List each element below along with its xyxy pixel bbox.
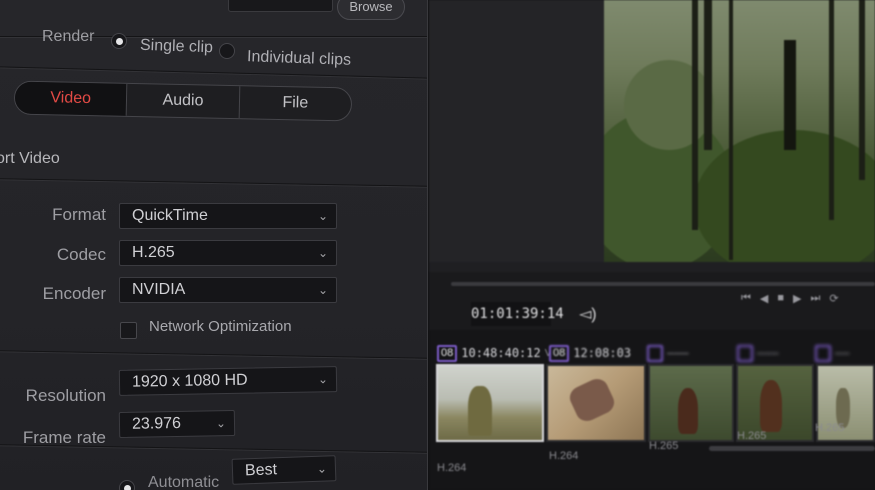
- chevron-down-icon: ⌄: [317, 283, 328, 297]
- play-icon[interactable]: ▶: [793, 292, 801, 312]
- chevron-down-icon: ⌄: [317, 246, 328, 260]
- track-badge: [737, 344, 753, 362]
- chevron-down-icon: ⌄: [215, 416, 227, 431]
- clip-header: 08 10:48:40:12 V1: [437, 344, 557, 362]
- divider: [0, 444, 427, 453]
- quality-select[interactable]: Best ⌄: [231, 455, 337, 485]
- clip-timecode: ———: [757, 346, 779, 360]
- individual-clips-label: Individual clips: [246, 48, 352, 69]
- render-settings-panel: Browse Render Single clip Individual cli…: [0, 0, 428, 490]
- chevron-down-icon: ⌄: [317, 372, 329, 387]
- single-clip-label: Single clip: [139, 36, 214, 57]
- format-label: Format: [52, 205, 106, 224]
- network-optimization-checkbox[interactable]: [120, 322, 137, 339]
- resolution-label: Resolution: [25, 386, 106, 405]
- track-badge: [815, 344, 831, 362]
- settings-tabs: Video Audio File: [13, 80, 353, 122]
- automatic-label: Automatic: [148, 474, 220, 490]
- skip-start-icon[interactable]: ⏮: [741, 292, 751, 312]
- clip-timecode: ———: [667, 346, 689, 360]
- resolution-value: 1920 x 1080 HD: [131, 371, 248, 391]
- render-label: Render: [42, 28, 95, 45]
- tab-video[interactable]: Video: [14, 81, 128, 116]
- codec-select[interactable]: H.265 ⌄: [119, 240, 337, 266]
- format-select[interactable]: QuickTime ⌄: [119, 203, 337, 229]
- divider: [0, 178, 427, 187]
- chevron-down-icon: ⌄: [316, 461, 328, 476]
- viewer-footer: [429, 262, 875, 272]
- loop-icon[interactable]: ⟳: [829, 292, 838, 312]
- track-badge: [647, 344, 663, 362]
- clip-codec: H.265: [649, 440, 679, 452]
- frame-rate-select[interactable]: 23.976 ⌄: [118, 409, 236, 439]
- clip-timecode: ——: [835, 346, 850, 360]
- divider: [0, 350, 427, 359]
- encoder-label: Encoder: [42, 284, 106, 303]
- section-title: ort Video: [0, 150, 60, 167]
- individual-clips-radio[interactable]: [219, 43, 235, 59]
- divider: [0, 66, 427, 79]
- clip-codec: H.265: [737, 430, 767, 442]
- automatic-radio[interactable]: [119, 480, 135, 490]
- encoder-select[interactable]: NVIDIA ⌄: [119, 277, 337, 303]
- codec-label: Codec: [56, 245, 106, 264]
- clip-timecode: 10:48:40:12: [461, 346, 541, 360]
- scrub-bar[interactable]: [451, 282, 875, 286]
- skip-end-icon[interactable]: ⏭: [811, 292, 821, 312]
- video-preview: [604, 0, 875, 262]
- clip-thumbnail[interactable]: [648, 364, 734, 442]
- speaker-icon[interactable]: ◅): [579, 304, 601, 323]
- clip-header: 08 12:08:03: [549, 344, 631, 362]
- clip-codec: H.264: [549, 450, 579, 462]
- network-optimization-label: Network Optimization: [149, 318, 292, 335]
- viewer-panel: 01:01:39:14 ◅) ⏮ ◀ ■ ▶ ⏭ ⟳ 08 10:48:40:1…: [429, 0, 875, 490]
- clip-codec: H.264: [437, 462, 467, 474]
- tab-file[interactable]: File: [239, 86, 351, 120]
- reverse-icon[interactable]: ◀: [760, 292, 768, 312]
- clip-thumbnail[interactable]: [436, 364, 544, 442]
- track-badge: 08: [549, 344, 570, 362]
- viewer-background: [429, 0, 604, 262]
- clip-timecode: 12:08:03: [573, 346, 632, 360]
- quality-value: Best: [244, 461, 278, 480]
- stop-icon[interactable]: ■: [777, 292, 784, 312]
- single-clip-radio[interactable]: [111, 33, 127, 49]
- clip-codec: H.265: [815, 422, 845, 434]
- encoder-value: NVIDIA: [132, 281, 186, 298]
- chevron-down-icon: ⌄: [317, 209, 328, 223]
- clip-header: ———: [737, 344, 779, 362]
- transport-controls: ⏮ ◀ ■ ▶ ⏭ ⟳: [741, 292, 839, 312]
- codec-value: H.265: [132, 244, 175, 261]
- track-badge: 08: [437, 344, 458, 362]
- location-field[interactable]: [228, 0, 333, 12]
- frame-rate-value: 23.976: [131, 414, 182, 433]
- resolution-select[interactable]: 1920 x 1080 HD ⌄: [118, 366, 338, 396]
- clip-thumbnail[interactable]: [546, 364, 646, 442]
- viewer-timecode: 01:01:39:14: [471, 302, 564, 326]
- format-value: QuickTime: [132, 207, 208, 224]
- clip-header: ———: [647, 344, 689, 362]
- browse-button[interactable]: Browse: [337, 0, 405, 20]
- tab-audio[interactable]: Audio: [127, 83, 240, 119]
- clip-header: ——: [815, 344, 849, 362]
- timeline-scrollbar[interactable]: [709, 446, 875, 451]
